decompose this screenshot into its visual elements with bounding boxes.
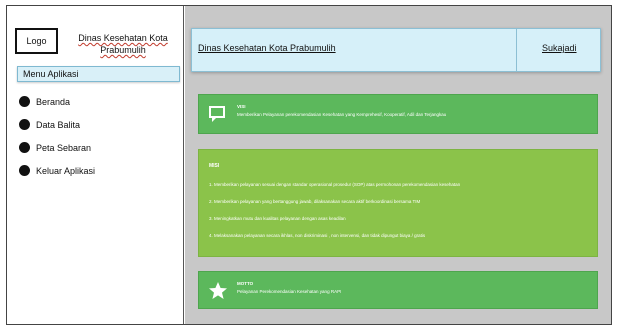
- sidebar: Logo Dinas Kesehatan Kota Prabumulih Men…: [7, 6, 184, 324]
- menu-item-beranda[interactable]: Beranda: [19, 90, 95, 113]
- bullet-icon: [19, 96, 30, 107]
- motto-text: Pelayanan Perekomendasian Kesehatan yang…: [237, 289, 342, 294]
- menu-header: Menu Aplikasi: [17, 66, 180, 82]
- menu-item-peta-sebaran[interactable]: Peta Sebaran: [19, 136, 95, 159]
- logo: Logo: [15, 28, 58, 54]
- menu-item-data-balita[interactable]: Data Balita: [19, 113, 95, 136]
- menu-list: Beranda Data Balita Peta Sebaran Keluar …: [19, 90, 95, 182]
- chat-bubble-icon: [207, 103, 229, 125]
- menu-item-label: Keluar Aplikasi: [36, 165, 96, 176]
- menu-item-keluar-aplikasi[interactable]: Keluar Aplikasi: [19, 159, 95, 182]
- visi-card: VISI Memberikan Pelayanan perekomendasia…: [198, 94, 598, 134]
- visi-text: Memberikan Pelayanan perekomendasian Kes…: [237, 112, 447, 117]
- misi-title: MISI: [209, 163, 220, 169]
- app-window: Logo Dinas Kesehatan Kota Prabumulih Men…: [6, 5, 612, 325]
- bullet-icon: [19, 142, 30, 153]
- bullet-icon: [19, 119, 30, 130]
- location-label: Sukajadi: [542, 43, 577, 53]
- page-header: Dinas Kesehatan Kota Prabumulih Sukajadi: [191, 28, 601, 72]
- header-divider: [516, 29, 517, 71]
- app-title: Dinas Kesehatan Kota Prabumulih: [78, 33, 168, 55]
- misi-item: 3. Meningkatkan mutu dan kualitas pelaya…: [209, 216, 346, 221]
- menu-item-label: Beranda: [36, 96, 71, 107]
- menu-item-label: Peta Sebaran: [36, 142, 92, 153]
- misi-card: MISI 1. Memberikan pelayanan sesuai deng…: [198, 149, 598, 257]
- misi-list: 1. Memberikan pelayanan sesuai dengan st…: [209, 182, 460, 250]
- motto-label: MOTTO: [237, 281, 254, 286]
- misi-item: 2. Memberikan pelayanan yang bertanggung…: [209, 199, 421, 204]
- main-content: Dinas Kesehatan Kota Prabumulih Sukajadi…: [185, 6, 611, 324]
- misi-item: 1. Memberikan pelayanan sesuai dengan st…: [209, 182, 461, 187]
- visi-label: VISI: [237, 104, 246, 109]
- bullet-icon: [19, 165, 30, 176]
- motto-card: MOTTO Pelayanan Perekomendasian Kesehata…: [198, 271, 598, 309]
- star-icon: [207, 280, 229, 302]
- page-title: Dinas Kesehatan Kota Prabumulih: [198, 43, 336, 53]
- misi-item: 4. Melaksanakan pelayanan secara ikhlas,…: [209, 233, 426, 238]
- menu-item-label: Data Balita: [36, 119, 81, 130]
